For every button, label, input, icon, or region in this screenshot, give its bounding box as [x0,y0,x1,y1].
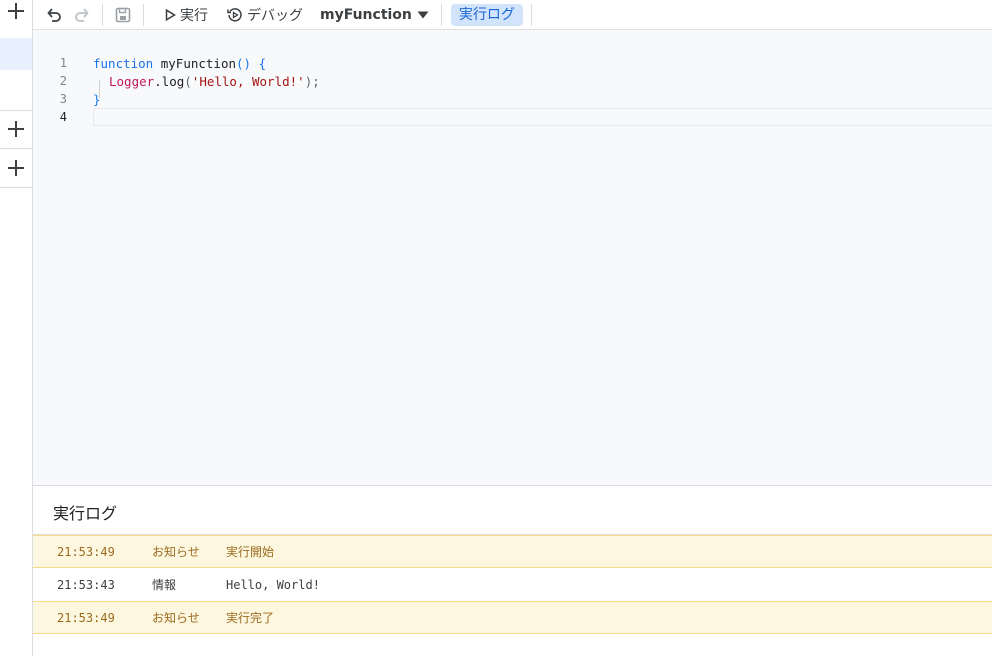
function-select[interactable]: myFunction [320,7,429,23]
add-file-button[interactable] [0,0,32,30]
play-icon [165,8,176,21]
code-editor[interactable]: 1 function myFunction() { 2 Logger.log('… [33,30,992,485]
log-message: 実行完了 [226,611,275,625]
save-icon [115,7,131,22]
editor-toolbar: 実行 デバッグ myFunction 実行ログ [33,0,992,30]
left-rail [0,0,33,656]
log-time: 21:53:49 [57,610,115,625]
run-button[interactable]: 実行 [165,3,208,27]
line-number: 1 [59,56,67,70]
method-token: .log [154,73,185,89]
log-row: 21:53:43 情報 Hello, World! [33,568,992,601]
code-line-4: 4 [33,108,992,126]
code-line-2: 2 Logger.log('Hello, World!'); [33,72,992,90]
log-level: お知らせ [152,545,200,559]
function-select-value: myFunction [320,6,412,23]
paren-token: () [236,55,252,71]
line-number: 2 [59,74,67,88]
toolbar-separator [102,3,103,26]
brace-token: { [251,55,267,71]
code-text: Logger.log('Hello, World!'); [109,74,320,89]
code-text: function myFunction() { [93,56,266,71]
log-row: 21:53:49 お知らせ 実行開始 [33,535,992,568]
execution-log-button[interactable]: 実行ログ [450,3,523,26]
log-level: お知らせ [152,611,200,625]
brace-token: } [93,91,101,107]
undo-icon [47,7,61,22]
toolbar-separator [530,3,532,26]
log-row: 21:53:49 お知らせ 実行完了 [33,601,992,634]
divider [0,187,32,188]
toolbar-separator [440,3,442,26]
line-number: 3 [59,92,67,106]
log-panel-title: 実行ログ [53,504,118,523]
redo-icon [75,7,89,22]
log-level: 情報 [152,578,177,592]
line-number: 4 [59,110,67,124]
plus-icon [8,121,24,137]
add-service-button[interactable] [0,149,32,187]
string-token: 'Hello, World!' [191,73,305,89]
save-button[interactable] [115,4,131,26]
undo-button[interactable] [46,4,62,26]
execution-log-panel: 実行ログ 21:53:49 お知らせ 実行開始 21:53:43 情報 Hell… [33,485,992,656]
selected-file-item[interactable] [0,38,32,70]
debug-icon [227,7,242,22]
code-text: } [93,92,101,107]
log-message: Hello, World! [226,577,320,592]
caret-down-icon [417,11,429,18]
plus-icon [8,3,24,19]
debug-label: デバッグ [247,7,303,24]
debug-button[interactable]: デバッグ [227,3,303,27]
toolbar-separator [143,3,144,26]
object-token: Logger [109,73,155,89]
log-time: 21:53:49 [57,544,115,559]
paren-token: ( [184,73,192,89]
plus-icon [8,160,24,176]
redo-button[interactable] [74,4,90,26]
paren-token: ); [304,73,320,89]
function-name-token: myFunction [153,55,237,71]
code-line-1: 1 function myFunction() { [33,54,992,72]
add-library-button[interactable] [0,110,32,148]
run-label: 実行 [180,7,208,24]
code-line-3: 3 } [33,90,992,108]
keyword-token: function [93,55,154,71]
log-time: 21:53:43 [57,577,115,592]
log-message: 実行開始 [226,545,275,559]
